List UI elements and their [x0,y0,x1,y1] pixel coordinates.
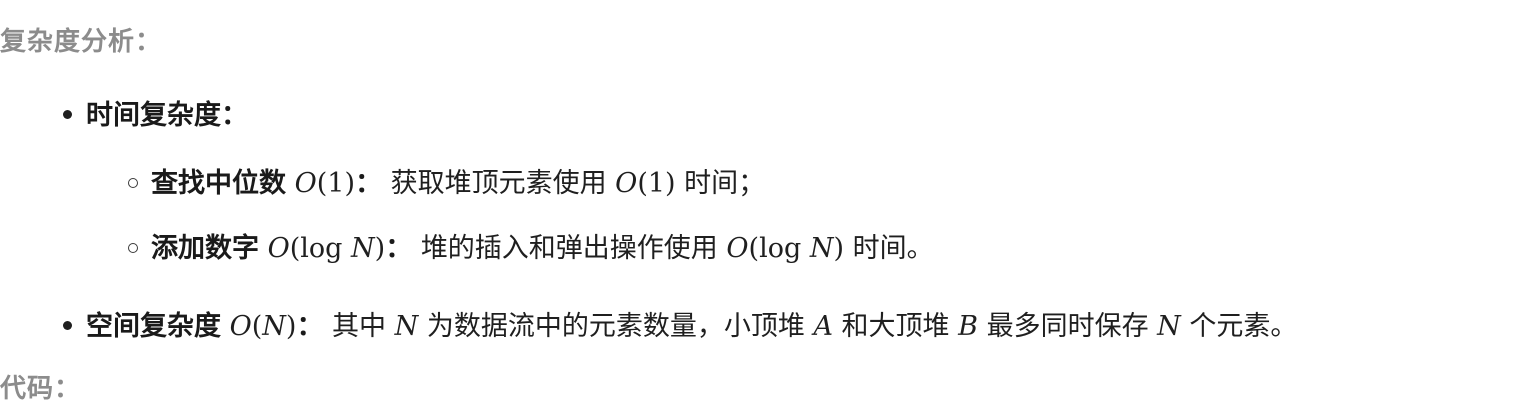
var-n: N [394,311,419,342]
space-desc-5: 个元素。 [1189,311,1298,342]
add-num-desc-complexity: O(log N) [726,233,845,264]
disc-bullet-icon [63,321,72,330]
space-desc-1: 其中 [332,311,387,342]
circle-bullet-icon [128,242,138,253]
space-desc-3: 和大顶堆 [841,311,950,342]
find-median-description: 获取堆顶元素使用 [390,168,607,199]
add-num-item: 添加数字 O(log N)： 堆的插入和弹出操作使用 O(log N) 时间。 [128,231,934,267]
space-desc-4: 最多同时保存 [986,311,1149,342]
space-complexity-value: O(N) [229,311,297,342]
find-median-label: 查找中位数 [151,168,286,199]
add-num-tail: 时间。 [852,233,934,264]
find-median-tail: 时间； [684,168,766,199]
space-complexity-item: 空间复杂度 O(N)： 其中 N 为数据流中的元素数量，小顶堆 A 和大顶堆 B… [63,309,1297,345]
find-median-separator: ： [354,168,382,199]
add-num-label: 添加数字 [151,233,259,264]
space-desc-2: 为数据流中的元素数量，小顶堆 [426,311,805,342]
find-median-desc-complexity: O(1) [615,168,676,199]
complexity-heading: 复杂度分析： [0,27,163,57]
var-a: A [813,311,833,342]
space-complexity-label: 空间复杂度 [86,311,221,342]
add-num-separator: ： [385,233,413,264]
find-median-item: 查找中位数 O(1)： 获取堆顶元素使用 O(1) 时间； [128,166,765,202]
code-heading: 代码： [0,374,82,404]
time-complexity-item: 时间复杂度： [63,98,248,134]
circle-bullet-icon [128,177,138,188]
var-n-2: N [1157,311,1181,342]
var-b: B [958,311,978,342]
time-complexity-label: 时间复杂度： [86,100,248,131]
disc-bullet-icon [63,110,72,119]
find-median-complexity: O(1) [294,168,355,199]
space-separator: ： [296,311,324,342]
add-num-description: 堆的插入和弹出操作使用 [420,233,718,264]
add-num-complexity: O(log N) [267,233,386,264]
